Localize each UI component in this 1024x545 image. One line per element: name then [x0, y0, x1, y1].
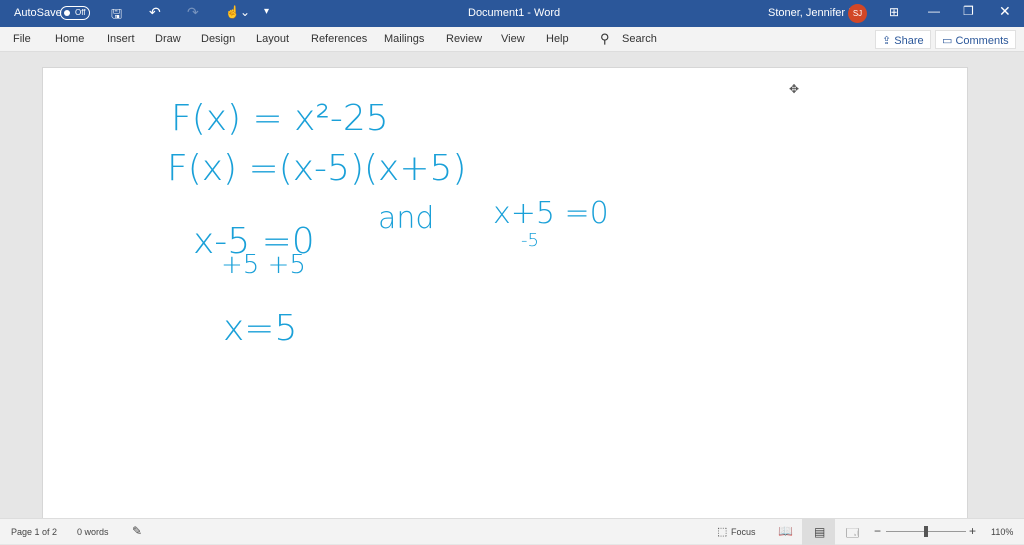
autosave-toggle[interactable]: Off: [60, 6, 90, 20]
autosave-label: AutoSave: [14, 7, 62, 19]
comment-icon: ▭: [942, 35, 956, 47]
ink-line-2: F(x) =(x-5)(x+5): [167, 148, 466, 189]
close-icon[interactable]: ✕: [999, 3, 1011, 20]
page-count[interactable]: Page 1 of 2: [11, 527, 57, 537]
ribbon-tabs: File Home Insert Draw Design Layout Refe…: [0, 27, 1024, 52]
tab-layout[interactable]: Layout: [256, 33, 289, 45]
share-icon: ⇪: [882, 35, 895, 47]
customize-toolbar-icon[interactable]: ▾: [264, 6, 269, 17]
zoom-level[interactable]: 110%: [991, 527, 1013, 537]
comments-label: Comments: [955, 35, 1009, 47]
tab-design[interactable]: Design: [201, 33, 235, 45]
tab-draw[interactable]: Draw: [155, 33, 181, 45]
ink-line-and: and: [378, 201, 434, 236]
tab-insert[interactable]: Insert: [107, 33, 135, 45]
tab-file[interactable]: File: [13, 33, 31, 45]
ink-line-4: +5 +5: [221, 250, 306, 280]
print-layout-icon: ▤: [814, 525, 826, 539]
handwriting-canvas: F(x) = x²-25 F(x) =(x-5)(x+5) x-5 =0 +5 …: [167, 82, 799, 349]
status-bar: Page 1 of 2 0 words ✎ ⬚ Focus 📖 ▤ 🗔 − + …: [0, 518, 1024, 545]
share-label: Share: [894, 35, 924, 47]
focus-icon[interactable]: ⬚: [717, 525, 727, 538]
save-icon[interactable]: 🖫: [111, 5, 122, 27]
zoom-slider-thumb[interactable]: [924, 526, 928, 537]
tab-home[interactable]: Home: [55, 33, 84, 45]
ink-line-1: F(x) = x²-25: [171, 98, 389, 139]
tab-help[interactable]: Help: [546, 33, 569, 45]
title-bar: AutoSave Off 🖫 ↶ ↷ ☝⌄ ▾ Document1 - Word…: [0, 0, 1024, 27]
ribbon-display-icon[interactable]: ⊞: [889, 5, 899, 19]
focus-button[interactable]: Focus: [731, 527, 756, 537]
tab-references[interactable]: References: [311, 33, 367, 45]
document-page[interactable]: F(x) = x²-25 F(x) =(x-5)(x+5) x-5 =0 +5 …: [42, 67, 968, 527]
undo-icon[interactable]: ↶: [149, 4, 161, 21]
ink-line-5: x+5 =0: [493, 196, 609, 231]
comments-button[interactable]: ▭ Comments: [935, 30, 1016, 49]
tab-view[interactable]: View: [501, 33, 525, 45]
read-mode-icon[interactable]: 📖: [778, 524, 793, 538]
document-title: Document1 - Word: [468, 7, 561, 19]
proofing-icon[interactable]: ✎: [132, 524, 142, 538]
avatar[interactable]: SJ: [848, 4, 867, 23]
tab-mailings[interactable]: Mailings: [384, 33, 424, 45]
redo-icon[interactable]: ↷: [187, 4, 199, 21]
zoom-in-button[interactable]: +: [969, 524, 976, 538]
zoom-out-button[interactable]: −: [874, 524, 881, 538]
touch-mode-icon[interactable]: ☝⌄: [225, 5, 250, 19]
minimize-icon[interactable]: —: [928, 4, 940, 18]
restore-icon[interactable]: ❐: [963, 4, 974, 18]
tab-review[interactable]: Review: [446, 33, 482, 45]
word-count[interactable]: 0 words: [77, 527, 109, 537]
search-box[interactable]: Search: [622, 33, 657, 45]
ink-line-6: -5: [521, 230, 539, 251]
print-layout-button[interactable]: ▤: [802, 519, 835, 545]
share-button[interactable]: ⇪ Share: [875, 30, 931, 49]
cursor-icon: ✥: [789, 82, 799, 96]
zoom-slider[interactable]: [886, 526, 966, 537]
user-name[interactable]: Stoner, Jennifer L: [768, 7, 854, 19]
web-layout-icon[interactable]: 🗔: [846, 524, 859, 545]
search-icon: ⚲: [600, 31, 610, 46]
ink-line-7: x=5: [223, 308, 297, 349]
